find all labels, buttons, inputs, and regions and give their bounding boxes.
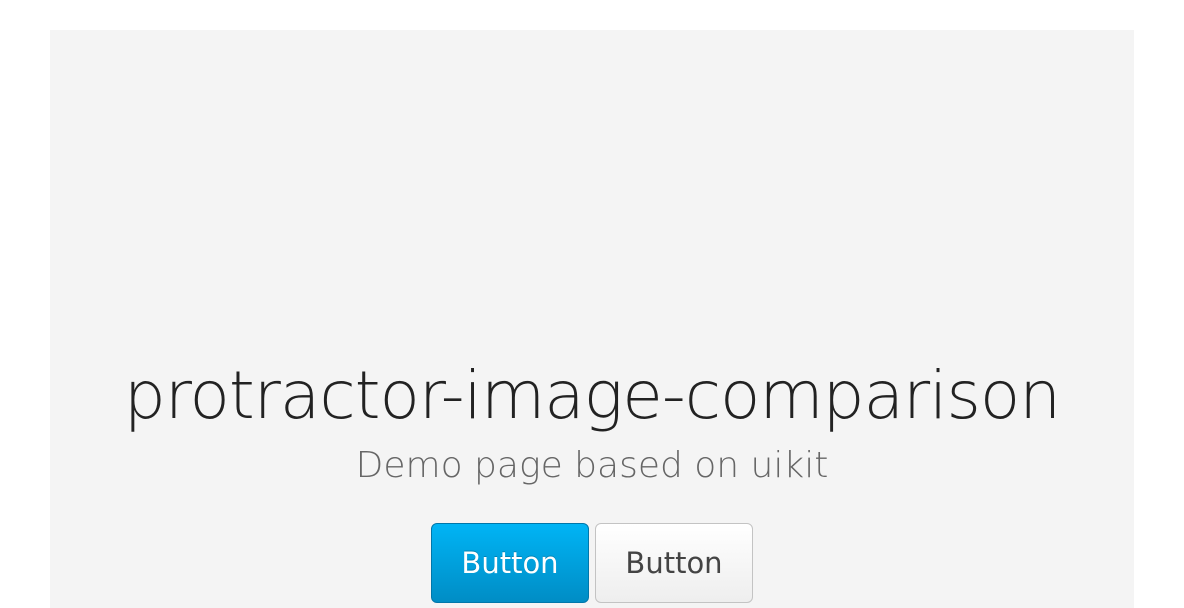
default-button[interactable]: Button [595,523,753,603]
button-group: Button Button [50,523,1134,603]
page-subtitle: Demo page based on uikit [355,445,829,486]
page-title: protractor-image-comparison [123,357,1061,434]
hero-panel: protractor-image-comparison Demo page ba… [50,30,1134,608]
page: protractor-image-comparison Demo page ba… [0,0,1184,608]
primary-button[interactable]: Button [431,523,589,603]
